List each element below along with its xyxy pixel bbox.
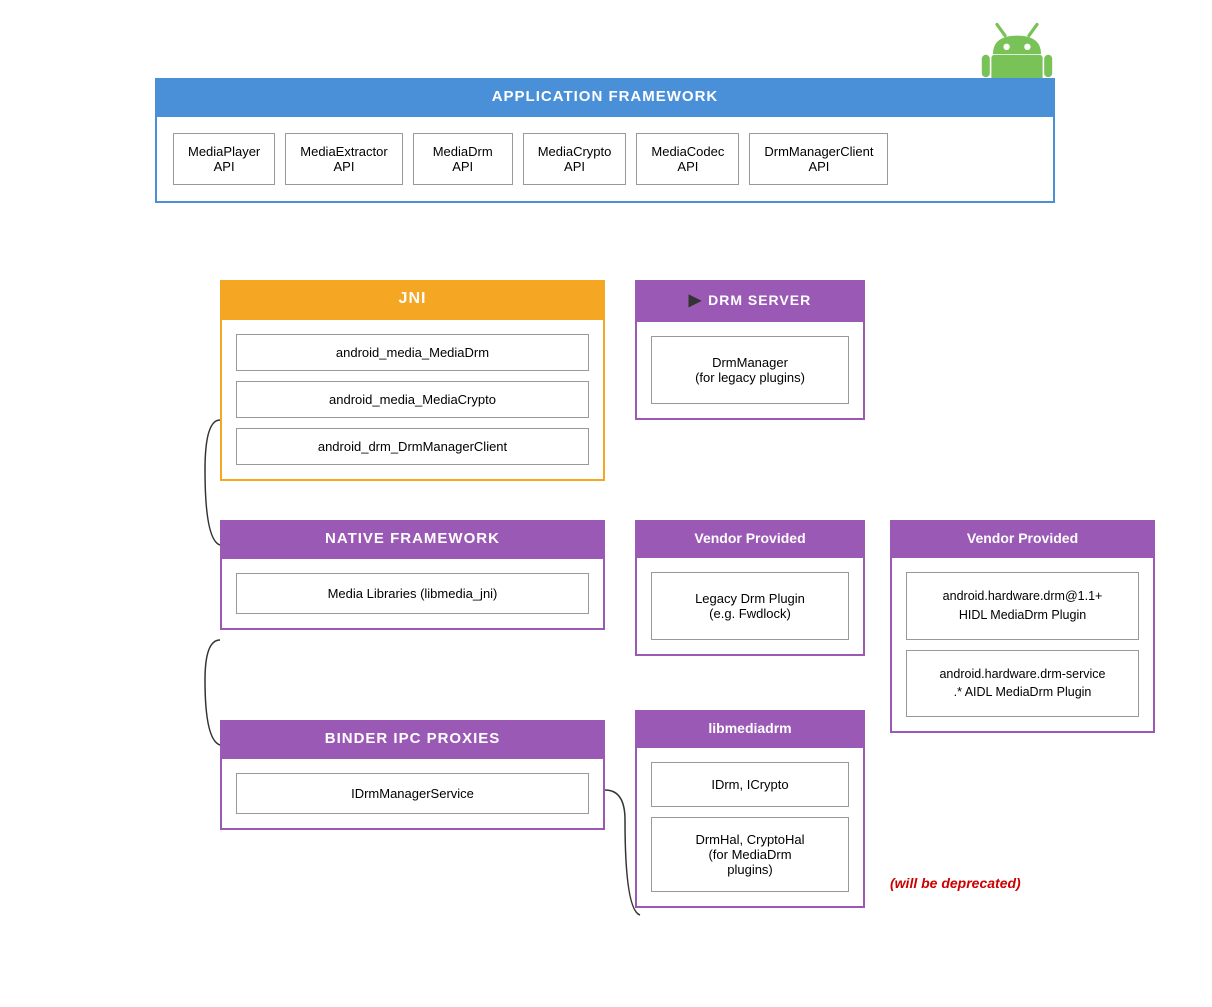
jni-section: JNI android_media_MediaDrm android_media… [220,280,605,481]
vendor-right-body: android.hardware.drm@1.1+HIDL MediaDrm P… [890,556,1155,733]
api-box-mediacrypto: MediaCryptoAPI [523,133,627,185]
app-framework-body: MediaPlayerAPI MediaExtractorAPI MediaDr… [155,115,1055,203]
vendor-right-section: Vendor Provided android.hardware.drm@1.1… [890,520,1155,733]
native-framework-body: Media Libraries (libmedia_jni) [220,557,605,630]
drm-server-section: ▶ DRM SERVER DrmManager(for legacy plugi… [635,280,865,420]
vendor-left-item: Legacy Drm Plugin(e.g. Fwdlock) [651,572,849,640]
native-item-media: Media Libraries (libmedia_jni) [236,573,589,614]
libmediadrm-item-drmhal: DrmHal, CryptoHal(for MediaDrmplugins) [651,817,849,892]
drm-server-item: DrmManager(for legacy plugins) [651,336,849,404]
deprecated-text: (will be deprecated) [890,875,1021,891]
libmediadrm-item-idrm: IDrm, ICrypto [651,762,849,807]
vendor-left-section: Vendor Provided Legacy Drm Plugin(e.g. F… [635,520,865,656]
vendor-right-header: Vendor Provided [890,520,1155,556]
libmediadrm-body: IDrm, ICrypto DrmHal, CryptoHal(for Medi… [635,746,865,908]
native-framework-header: NATIVE FRAMEWORK [220,520,605,557]
drm-arrow-icon: ▶ [689,290,702,310]
api-box-mediaplayer: MediaPlayerAPI [173,133,275,185]
jni-item-mediadrm: android_media_MediaDrm [236,334,589,371]
vendor-left-body: Legacy Drm Plugin(e.g. Fwdlock) [635,556,865,656]
jni-header: JNI [220,280,605,318]
app-framework-header: APPLICATION FRAMEWORK [155,78,1055,115]
jni-body: android_media_MediaDrm android_media_Med… [220,318,605,481]
vendor-right-item-aidl: android.hardware.drm-service.* AIDL Medi… [906,650,1139,718]
jni-item-drmmanagerclient: android_drm_DrmManagerClient [236,428,589,465]
drm-server-body: DrmManager(for legacy plugins) [635,320,865,420]
app-framework-section: APPLICATION FRAMEWORK MediaPlayerAPI Med… [155,78,1055,203]
binder-header: BINDER IPC PROXIES [220,720,605,757]
libmediadrm-section: libmediadrm IDrm, ICrypto DrmHal, Crypto… [635,710,865,908]
api-box-mediadrm: MediaDrmAPI [413,133,513,185]
jni-item-mediacrypto: android_media_MediaCrypto [236,381,589,418]
binder-body: IDrmManagerService [220,757,605,830]
diagram-container: APPLICATION FRAMEWORK MediaPlayerAPI Med… [0,0,1212,1007]
binder-item-idrmmanagerservice: IDrmManagerService [236,773,589,814]
native-framework-section: NATIVE FRAMEWORK Media Libraries (libmed… [220,520,605,630]
libmediadrm-header: libmediadrm [635,710,865,746]
drm-server-header: ▶ DRM SERVER [635,280,865,320]
api-box-mediacodec: MediaCodecAPI [636,133,739,185]
api-box-mediaextractor: MediaExtractorAPI [285,133,402,185]
api-box-drmmanagerclient: DrmManagerClientAPI [749,133,888,185]
binder-section: BINDER IPC PROXIES IDrmManagerService [220,720,605,830]
vendor-right-item-hidl: android.hardware.drm@1.1+HIDL MediaDrm P… [906,572,1139,640]
vendor-left-header: Vendor Provided [635,520,865,556]
